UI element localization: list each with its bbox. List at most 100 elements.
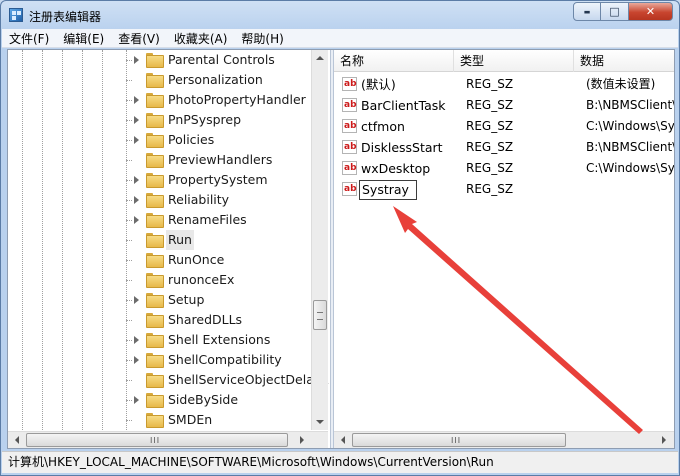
tree-item[interactable]: Personalization	[126, 70, 310, 90]
tree-item[interactable]: Policies	[126, 130, 310, 150]
minimize-button[interactable]: ▬	[573, 2, 601, 21]
string-value-icon: ab	[342, 161, 357, 175]
tree-items: Parental Controls Personalization PhotoPro…	[126, 50, 328, 430]
value-row[interactable]: ab DisklessStart REG_SZ B:\NBMSClient\	[334, 137, 674, 158]
tree-item[interactable]: SMDEn	[126, 410, 310, 430]
list-header: 名称 类型 数据	[334, 50, 674, 72]
folder-icon	[146, 153, 164, 168]
column-data-header[interactable]: 数据	[574, 50, 674, 72]
menu-edit[interactable]: 编辑(E)	[56, 30, 111, 47]
window-title: 注册表编辑器	[29, 10, 102, 24]
value-row[interactable]: ab (默认) REG_SZ (数值未设置)	[334, 74, 674, 95]
value-row[interactable]: ab ctfmon REG_SZ C:\Windows\Sys	[334, 116, 674, 137]
scrollbar-thumb[interactable]: III	[352, 433, 566, 447]
tree-item[interactable]: Parental Controls	[126, 50, 310, 70]
expand-arrow-icon[interactable]	[134, 216, 139, 224]
registry-path: 计算机\HKEY_LOCAL_MACHINE\SOFTWARE\Microsof…	[8, 455, 494, 469]
tree-item[interactable]: PropertySystem	[126, 170, 310, 190]
folder-icon	[146, 313, 164, 328]
tree-item-label: RunOnce	[168, 252, 225, 267]
folder-icon	[146, 413, 164, 428]
folder-icon	[146, 353, 164, 368]
value-name: (默认)	[361, 77, 396, 92]
folder-icon	[146, 293, 164, 308]
scrollbar-thumb[interactable]: III	[26, 433, 288, 447]
tree-item[interactable]: Run	[126, 230, 310, 250]
expand-arrow-icon[interactable]	[134, 296, 139, 304]
tree-connector-line	[126, 360, 132, 361]
tree-item[interactable]: ShellServiceObjectDelayL	[126, 370, 328, 390]
tree-item[interactable]: SharedDLLs	[126, 310, 310, 330]
tree-guide-line	[42, 50, 43, 430]
menu-view[interactable]: 查看(V)	[111, 30, 167, 47]
expand-arrow-icon[interactable]	[134, 176, 139, 184]
value-name: BarClientTask	[361, 98, 446, 113]
scroll-left-icon[interactable]	[341, 436, 345, 444]
column-name-header[interactable]: 名称	[334, 50, 454, 72]
tree-item[interactable]: PnPSysprep	[126, 110, 310, 130]
expand-arrow-icon[interactable]	[134, 336, 139, 344]
tree-item[interactable]: Reliability	[126, 190, 310, 210]
maximize-button[interactable]: □	[601, 2, 629, 21]
close-button[interactable]: ✕	[629, 2, 673, 21]
title-bar[interactable]: 注册表编辑器 ▬ □ ✕	[1, 1, 679, 29]
tree-item-label: Setup	[168, 292, 205, 307]
list-horizontal-scrollbar[interactable]: III	[334, 431, 674, 448]
scrollbar-grip: III	[150, 436, 161, 445]
scroll-up-icon[interactable]	[316, 56, 324, 60]
tree-vertical-scrollbar[interactable]	[311, 50, 328, 430]
tree-item[interactable]: Setup	[126, 290, 310, 310]
expand-arrow-icon[interactable]	[134, 136, 139, 144]
tree-item-label: Policies	[168, 132, 215, 147]
tree-item-label: Reliability	[168, 192, 230, 207]
expand-arrow-icon[interactable]	[134, 396, 139, 404]
scroll-right-icon[interactable]	[300, 436, 304, 444]
tree-item[interactable]: ShellCompatibility	[126, 350, 310, 370]
value-type: REG_SZ	[466, 77, 514, 91]
tree-item[interactable]: RunOnce	[126, 250, 310, 270]
rename-input[interactable]: Systray	[359, 180, 417, 200]
scroll-left-icon[interactable]	[15, 436, 19, 444]
tree-item[interactable]: PreviewHandlers	[126, 150, 310, 170]
tree-item-label: Personalization	[168, 72, 263, 87]
menu-favorites[interactable]: 收藏夹(A)	[167, 30, 235, 47]
tree-connector-line	[126, 120, 132, 121]
registry-editor-window: 注册表编辑器 ▬ □ ✕ 文件(F) 编辑(E) 查看(V) 收藏夹(A) 帮助…	[0, 0, 680, 476]
expand-arrow-icon[interactable]	[134, 196, 139, 204]
tree-item[interactable]: SideBySide	[126, 390, 310, 410]
expand-arrow-icon[interactable]	[134, 56, 139, 64]
tree-guide-line	[102, 50, 103, 430]
folder-icon	[146, 173, 164, 188]
value-row[interactable]: ab Systray REG_SZ	[334, 179, 674, 200]
main-content: Parental Controls Personalization PhotoPro…	[7, 49, 675, 449]
value-row[interactable]: ab BarClientTask REG_SZ B:\NBMSClient\	[334, 95, 674, 116]
string-value-icon: ab	[342, 140, 357, 154]
tree-item[interactable]: RenameFiles	[126, 210, 310, 230]
string-value-icon: ab	[342, 98, 357, 112]
scroll-right-icon[interactable]	[662, 436, 666, 444]
menu-help[interactable]: 帮助(H)	[234, 30, 290, 47]
value-type: REG_SZ	[466, 98, 514, 112]
tree-item[interactable]: Shell Extensions	[126, 330, 310, 350]
column-type-header[interactable]: 类型	[454, 50, 574, 72]
expand-arrow-icon[interactable]	[134, 356, 139, 364]
folder-icon	[146, 193, 164, 208]
scrollbar-thumb[interactable]	[313, 300, 327, 330]
scroll-down-icon[interactable]	[316, 420, 324, 424]
folder-icon	[146, 273, 164, 288]
menu-file[interactable]: 文件(F)	[2, 30, 56, 47]
tree-item-label: RenameFiles	[168, 212, 247, 227]
tree-item[interactable]: PhotoPropertyHandler	[126, 90, 310, 110]
tree-connector-line	[126, 220, 132, 221]
folder-icon	[146, 233, 164, 248]
tree-connector-line	[126, 320, 132, 321]
expand-arrow-icon[interactable]	[134, 96, 139, 104]
expand-arrow-icon[interactable]	[134, 116, 139, 124]
tree-horizontal-scrollbar[interactable]: III	[8, 431, 328, 448]
value-row[interactable]: ab wxDesktop REG_SZ C:\Windows\Sys	[334, 158, 674, 179]
tree-item-label: Run	[166, 230, 194, 250]
tree-item[interactable]: runonceEx	[126, 270, 310, 290]
value-name: DisklessStart	[361, 140, 443, 155]
tree-item-label: PropertySystem	[168, 172, 268, 187]
string-value-icon: ab	[342, 182, 357, 196]
